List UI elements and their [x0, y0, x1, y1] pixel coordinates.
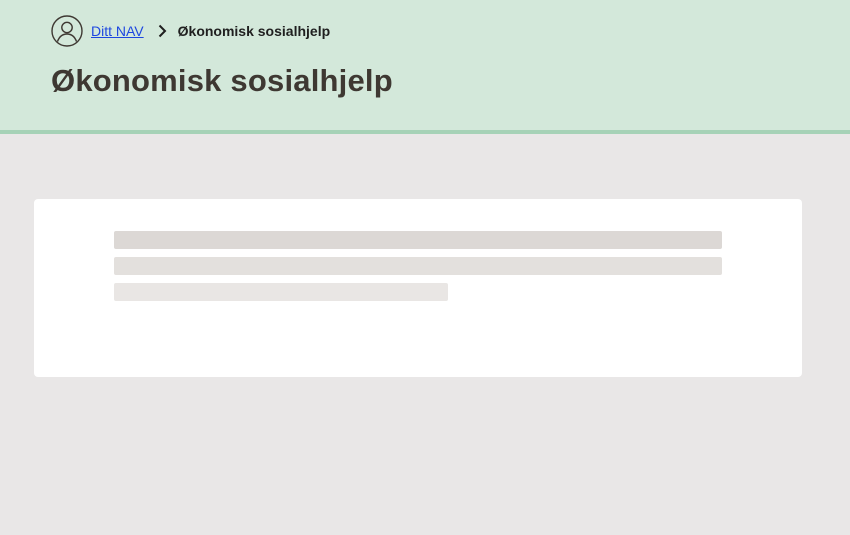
page-header: Ditt NAV Økonomisk sosialhjelp Økonomisk… — [0, 0, 850, 134]
breadcrumb-current: Økonomisk sosialhjelp — [177, 23, 331, 39]
skeleton-line — [114, 257, 722, 275]
breadcrumb: Ditt NAV Økonomisk sosialhjelp — [51, 15, 330, 47]
skeleton-line — [114, 283, 448, 301]
user-circle-icon — [51, 15, 83, 47]
skeleton-line — [114, 231, 722, 249]
loading-card — [34, 199, 802, 377]
page-title: Økonomisk sosialhjelp — [51, 63, 393, 98]
chevron-right-icon — [158, 24, 167, 38]
breadcrumb-link-ditt-nav[interactable]: Ditt NAV — [91, 23, 144, 39]
